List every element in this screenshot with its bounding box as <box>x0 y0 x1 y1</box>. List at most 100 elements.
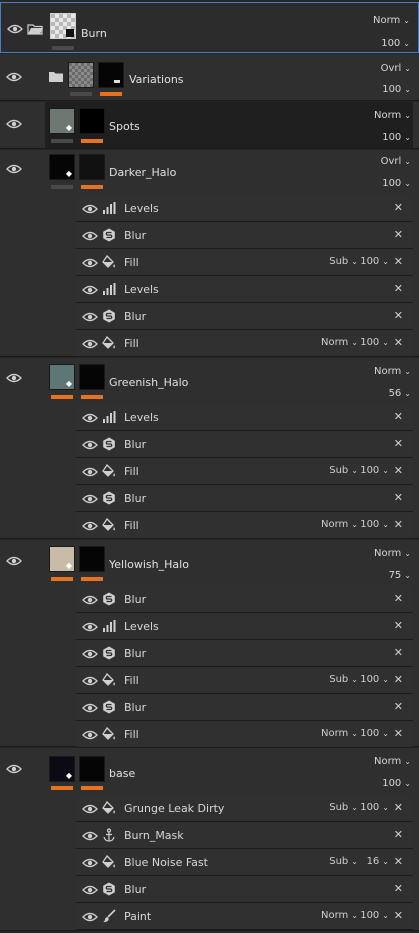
close-icon[interactable]: ✕ <box>394 410 403 423</box>
effect-row[interactable]: Grunge Leak Dirty Sub ⌄ 100 ⌄ ✕ <box>76 795 413 822</box>
layer-burn[interactable]: Burn Norm ⌄ 100 ⌄ <box>0 2 419 53</box>
close-icon[interactable]: ✕ <box>394 673 403 686</box>
effect-row[interactable]: Blur ✕ <box>76 222 413 249</box>
effect-row[interactable]: Blur ✕ <box>76 694 413 721</box>
folder-icon[interactable] <box>48 71 64 83</box>
eye-icon[interactable] <box>82 520 98 532</box>
layer-thumbnail[interactable]: ◆ <box>49 546 75 572</box>
mask-thumbnail[interactable] <box>79 154 105 180</box>
eye-icon[interactable] <box>82 493 98 505</box>
effect-row[interactable]: Paint Norm ⌄ 100 ⌄ ✕ <box>76 903 413 930</box>
eye-icon[interactable] <box>6 163 22 175</box>
eye-icon[interactable] <box>82 803 98 815</box>
eye-icon[interactable] <box>82 203 98 215</box>
mask-thumbnail[interactable] <box>79 108 105 134</box>
effect-opacity-value[interactable]: 100 ⌄ <box>360 465 389 476</box>
effect-row[interactable]: Levels ✕ <box>76 404 413 431</box>
eye-icon[interactable] <box>7 23 23 35</box>
eye-icon[interactable] <box>82 439 98 451</box>
eye-icon[interactable] <box>6 555 22 567</box>
close-icon[interactable]: ✕ <box>394 801 403 814</box>
layer-variations[interactable]: Variations Ovrl ⌄ 100 ⌄ <box>0 54 419 101</box>
eye-icon[interactable] <box>82 911 98 923</box>
close-icon[interactable]: ✕ <box>394 828 403 841</box>
effect-opacity-value[interactable]: 100 ⌄ <box>360 337 389 348</box>
eye-icon[interactable] <box>82 412 98 424</box>
effect-blend-select[interactable]: Norm ⌄ <box>321 337 358 348</box>
mask-thumbnail[interactable] <box>79 364 105 390</box>
effect-row[interactable]: Fill Sub ⌄ 100 ⌄ ✕ <box>76 667 413 694</box>
effect-blend-select[interactable]: Norm ⌄ <box>321 910 358 921</box>
mask-thumbnail[interactable] <box>79 756 105 782</box>
layer-thumbnail[interactable]: ◆ <box>49 364 75 390</box>
eye-icon[interactable] <box>82 884 98 896</box>
mask-thumbnail[interactable] <box>79 546 105 572</box>
close-icon[interactable]: ✕ <box>394 518 403 531</box>
close-icon[interactable]: ✕ <box>394 646 403 659</box>
eye-icon[interactable] <box>82 257 98 269</box>
close-icon[interactable]: ✕ <box>394 437 403 450</box>
eye-icon[interactable] <box>82 338 98 350</box>
blend-mode-select[interactable]: Norm ⌄ <box>374 548 411 559</box>
effect-row[interactable]: Blur ✕ <box>76 431 413 458</box>
eye-icon[interactable] <box>82 284 98 296</box>
effect-row[interactable]: Levels ✕ <box>76 195 413 222</box>
eye-icon[interactable] <box>82 830 98 842</box>
opacity-value[interactable]: 100 ⌄ <box>381 38 410 49</box>
effect-blend-select[interactable]: Sub ⌄ <box>329 256 358 267</box>
layer-spots[interactable]: ◆ Spots Norm ⌄ 100 ⌄ <box>0 102 419 149</box>
opacity-value[interactable]: 75 ⌄ <box>389 570 411 581</box>
eye-icon[interactable] <box>82 311 98 323</box>
effect-blend-select[interactable]: Norm ⌄ <box>321 728 358 739</box>
close-icon[interactable]: ✕ <box>394 491 403 504</box>
close-icon[interactable]: ✕ <box>394 201 403 214</box>
opacity-value[interactable]: 100 ⌄ <box>382 84 411 95</box>
effect-row[interactable]: Levels ✕ <box>76 276 413 303</box>
effect-row[interactable]: Blur ✕ <box>76 303 413 330</box>
close-icon[interactable]: ✕ <box>394 592 403 605</box>
effect-opacity-value[interactable]: 100 ⌄ <box>360 674 389 685</box>
mask-thumbnail[interactable] <box>98 62 124 88</box>
close-icon[interactable]: ✕ <box>394 309 403 322</box>
close-icon[interactable]: ✕ <box>394 882 403 895</box>
effect-row[interactable]: Blur ✕ <box>76 876 413 903</box>
effect-row[interactable]: Fill Sub ⌄ 100 ⌄ ✕ <box>76 458 413 485</box>
effect-blend-select[interactable]: Norm ⌄ <box>321 519 358 530</box>
eye-icon[interactable] <box>6 118 22 130</box>
eye-icon[interactable] <box>82 230 98 242</box>
close-icon[interactable]: ✕ <box>394 727 403 740</box>
effect-row[interactable]: Blue Noise Fast Sub ⌄ 16 ⌄ ✕ <box>76 849 413 876</box>
effect-row[interactable]: Levels ✕ <box>76 613 413 640</box>
eye-icon[interactable] <box>82 594 98 606</box>
eye-icon[interactable] <box>82 702 98 714</box>
opacity-value[interactable]: 100 ⌄ <box>382 178 411 189</box>
layer-thumbnail[interactable] <box>50 13 76 39</box>
blend-mode-select[interactable]: Ovrl ⌄ <box>381 156 411 167</box>
effect-row[interactable]: Fill Norm ⌄ 100 ⌄ ✕ <box>76 721 413 748</box>
effect-opacity-value[interactable]: 100 ⌄ <box>360 802 389 813</box>
effect-row[interactable]: Blur ✕ <box>76 586 413 613</box>
blend-mode-select[interactable]: Norm ⌄ <box>374 366 411 377</box>
layer-thumbnail[interactable]: ◆ <box>49 108 75 134</box>
close-icon[interactable]: ✕ <box>394 282 403 295</box>
close-icon[interactable]: ✕ <box>394 700 403 713</box>
effect-row[interactable]: Fill Sub ⌄ 100 ⌄ ✕ <box>76 249 413 276</box>
close-icon[interactable]: ✕ <box>394 336 403 349</box>
folder-open-icon[interactable] <box>27 23 43 35</box>
blend-mode-select[interactable]: Norm ⌄ <box>374 110 411 121</box>
eye-icon[interactable] <box>6 71 22 83</box>
effect-row[interactable]: Fill Norm ⌄ 100 ⌄ ✕ <box>76 512 413 539</box>
close-icon[interactable]: ✕ <box>394 464 403 477</box>
effect-blend-select[interactable]: Sub ⌄ <box>329 674 358 685</box>
layer-thumbnail[interactable]: ◆ <box>49 154 75 180</box>
effect-opacity-value[interactable]: 100 ⌄ <box>360 910 389 921</box>
eye-icon[interactable] <box>82 675 98 687</box>
effect-blend-select[interactable]: Sub ⌄ <box>329 465 358 476</box>
effect-opacity-value[interactable]: 100 ⌄ <box>360 256 389 267</box>
effect-opacity-value[interactable]: 100 ⌄ <box>360 728 389 739</box>
effect-row[interactable]: Blur ✕ <box>76 640 413 667</box>
layer-thumbnail[interactable]: ◆ <box>49 756 75 782</box>
eye-icon[interactable] <box>6 763 22 775</box>
opacity-value[interactable]: 100 ⌄ <box>382 778 411 789</box>
blend-mode-select[interactable]: Norm ⌄ <box>374 756 411 767</box>
